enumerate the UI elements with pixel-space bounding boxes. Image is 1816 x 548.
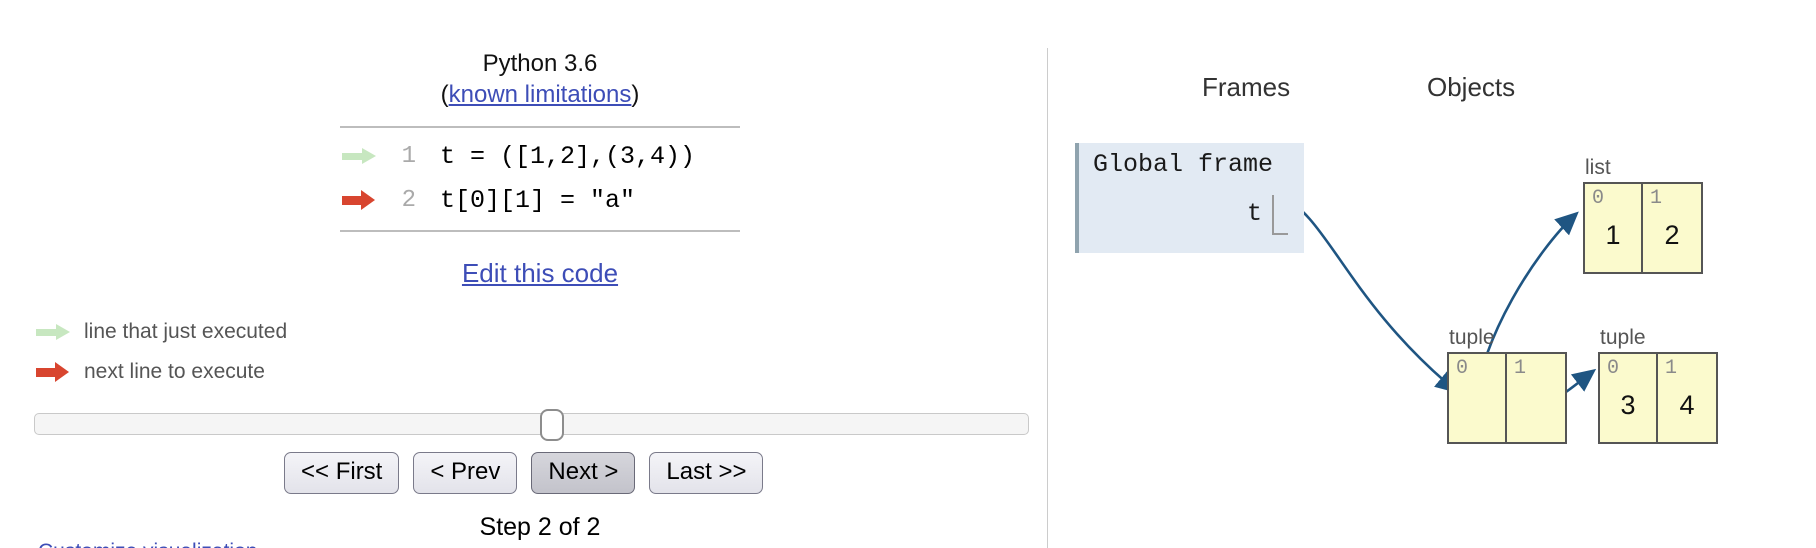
edit-this-code-link[interactable]: Edit this code (462, 258, 618, 288)
code-display: 1 t = ([1,2],(3,4)) 2 t[0][1] = "a" (340, 126, 740, 232)
green-arrow-icon (342, 148, 376, 164)
line-number: 2 (401, 186, 416, 214)
legend-item-just-executed: line that just executed (34, 312, 287, 352)
cell-index: 1 (1650, 187, 1663, 210)
cell-value: 4 (1679, 390, 1695, 420)
slider-track[interactable] (34, 413, 1029, 435)
code-line[interactable]: 1 t = ([1,2],(3,4)) (340, 134, 740, 178)
python-version-block: Python 3.6 (known limitations) (340, 48, 740, 110)
legend-red-arrow-cell (34, 362, 82, 382)
tuple-outer-cell-1: 1 (1507, 354, 1565, 442)
object-label-tuple-outer: tuple (1449, 326, 1495, 349)
python-tutor-visualizer: Python 3.6 (known limitations) 1 t = ([1… (0, 0, 1816, 548)
legend-item-next-line: next line to execute (34, 352, 287, 392)
code-pane: Python 3.6 (known limitations) 1 t = ([1… (0, 0, 1047, 548)
red-arrow-icon (36, 362, 70, 382)
cell-value: 2 (1664, 220, 1680, 250)
legend-label: line that just executed (84, 320, 288, 343)
next-button[interactable]: Next > (531, 452, 636, 494)
object-label-list: list (1585, 156, 1611, 179)
cell-index: 0 (1456, 357, 1469, 380)
cell-index: 1 (1665, 357, 1678, 380)
known-limitations-line: (known limitations) (340, 79, 740, 110)
cell-value: 1 (1605, 220, 1621, 250)
tuple-outer-cell-0: 0 (1449, 354, 1507, 442)
tuple-inner-cell-1: 1 4 (1658, 354, 1716, 442)
step-controls: << First < Prev Next > Last >> (284, 452, 764, 494)
code-line[interactable]: 2 t[0][1] = "a" (340, 178, 740, 222)
object-tuple-outer: 0 1 (1447, 352, 1567, 444)
cell-index: 0 (1607, 357, 1620, 380)
edit-code-wrap: Edit this code (340, 258, 740, 289)
wire-global-t-to-tuple (1279, 194, 1459, 394)
object-label-tuple-inner: tuple (1600, 326, 1646, 349)
object-list: 0 1 1 2 (1583, 182, 1703, 274)
global-frame: Global frame t (1075, 143, 1304, 253)
paren-close: ) (631, 81, 640, 108)
cell-value: 3 (1620, 390, 1636, 420)
red-arrow-icon (342, 190, 376, 210)
slider-handle[interactable] (540, 409, 564, 441)
tuple-inner-cell-0: 0 3 (1600, 354, 1658, 442)
variable-name-t: t (1246, 199, 1262, 228)
legend-green-arrow-cell (34, 324, 82, 340)
cell-index: 0 (1592, 187, 1605, 210)
list-cell-0: 0 1 (1585, 184, 1643, 272)
last-button[interactable]: Last >> (649, 452, 764, 494)
just-executed-arrow-cell (340, 148, 388, 164)
legend-label: next line to execute (84, 360, 265, 383)
known-limitations-link[interactable]: known limitations (449, 81, 632, 108)
object-tuple-inner: 0 3 1 4 (1598, 352, 1718, 444)
list-cell-1: 1 2 (1643, 184, 1701, 272)
legend: line that just executed next line to exe… (34, 312, 287, 392)
objects-header: Objects (1427, 72, 1516, 102)
cell-index: 1 (1514, 357, 1527, 380)
first-button[interactable]: << First (284, 452, 400, 494)
visualization-pane: Frames Objects Global frame t list 0 1 1… (1047, 0, 1816, 548)
next-line-arrow-cell (340, 190, 388, 210)
frames-header: Frames (1202, 72, 1291, 102)
python-version-label: Python 3.6 (482, 50, 598, 77)
customize-visualization-link[interactable]: Customize visualization (38, 540, 257, 548)
code-text: t[0][1] = "a" (440, 185, 636, 215)
code-text: t = ([1,2],(3,4)) (440, 141, 696, 171)
line-number: 1 (401, 142, 416, 170)
step-indicator: Step 2 of 2 (479, 513, 601, 541)
variable-value-bracket (1272, 195, 1288, 235)
execution-slider[interactable] (34, 409, 1029, 441)
paren-open: ( (440, 81, 449, 108)
green-arrow-icon (36, 324, 70, 340)
prev-button[interactable]: < Prev (413, 452, 518, 494)
global-frame-title: Global frame (1093, 150, 1274, 179)
